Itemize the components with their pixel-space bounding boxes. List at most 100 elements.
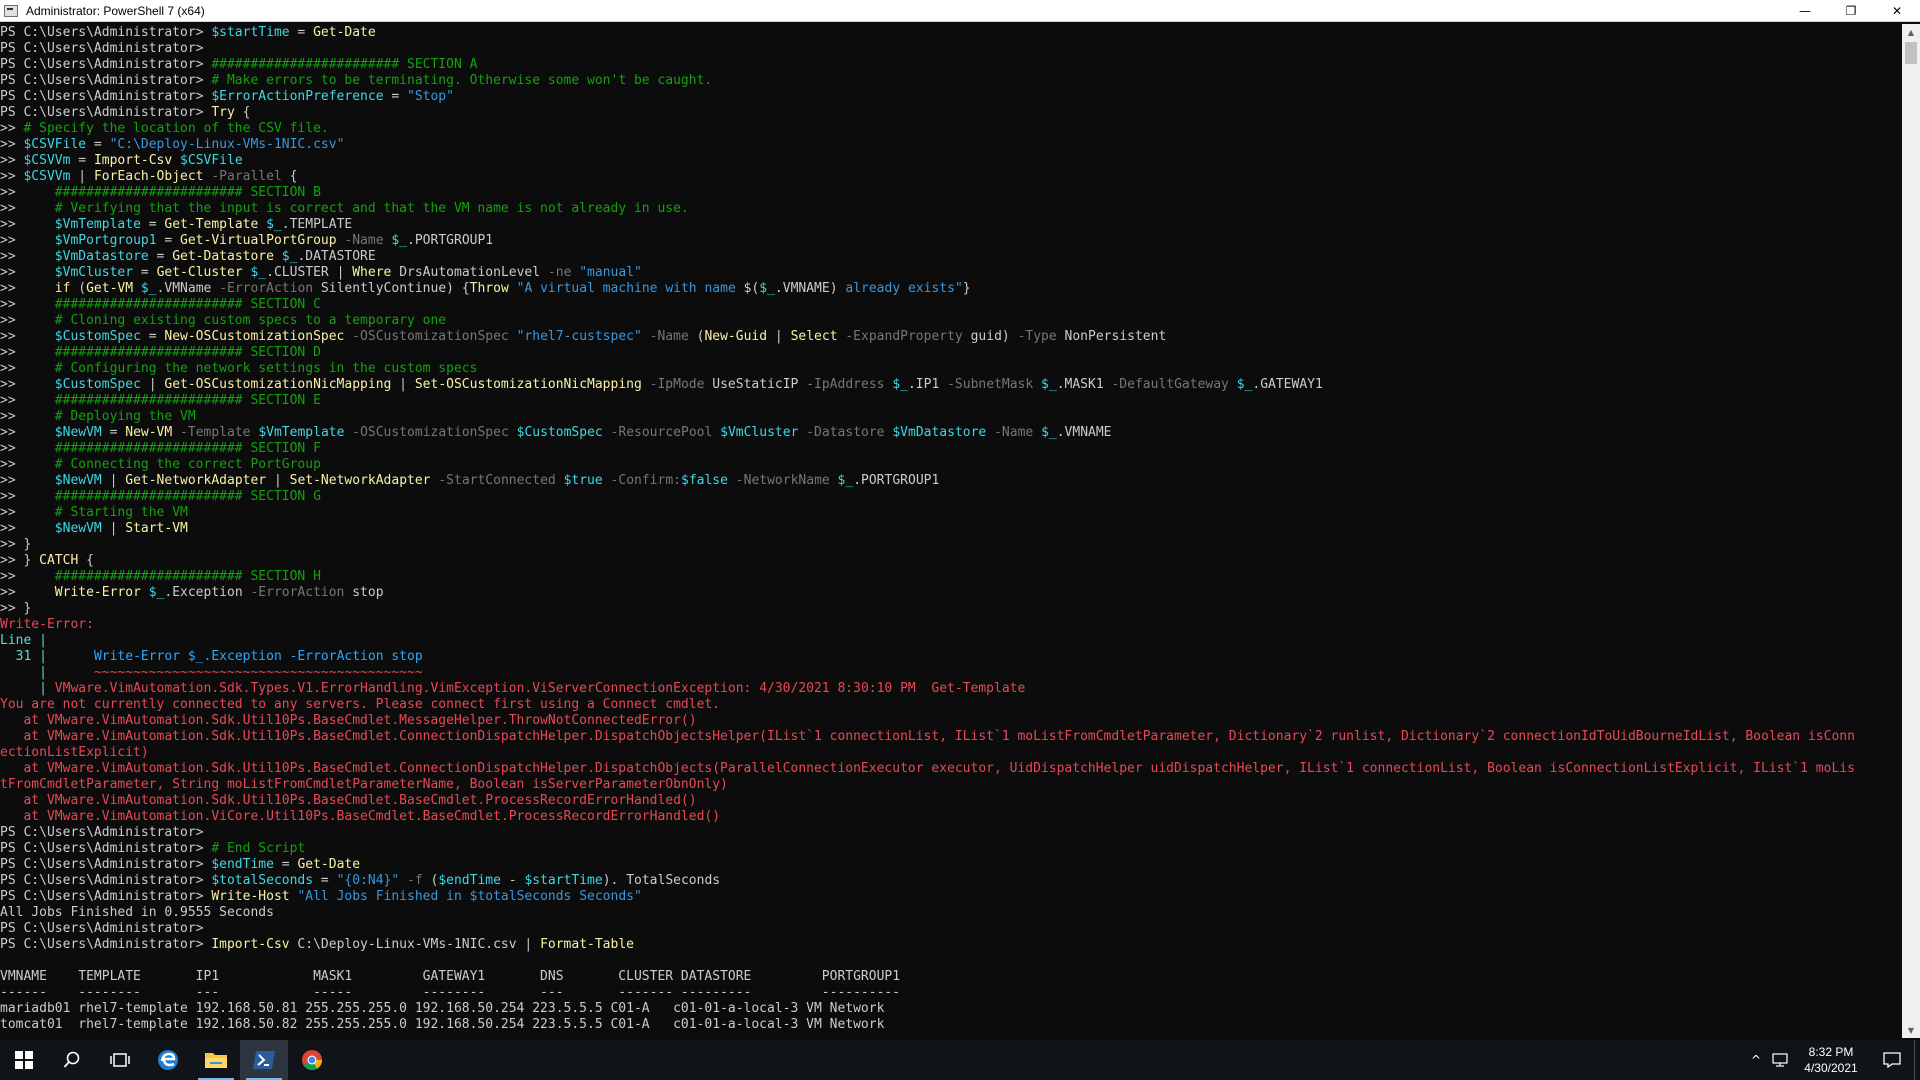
action-center-button[interactable]	[1870, 1040, 1914, 1080]
console-text: ectionListExplicit)	[0, 745, 149, 760]
console-text: $CustomSpec	[516, 425, 603, 440]
console-text: Try	[211, 105, 235, 120]
console-text: .VMName	[156, 281, 220, 296]
console-text: "All Jobs Finished in $totalSeconds Seco…	[297, 889, 642, 904]
console-text: VMware.VimAutomation.Sdk.Types.V1.ErrorH…	[54, 681, 1026, 696]
console-text: >>	[0, 201, 55, 216]
console-line: >> } CATCH {	[0, 553, 1902, 569]
console-text: Set-NetworkAdapter	[289, 473, 431, 488]
console-text: $_	[892, 377, 908, 392]
console-text: $NewVM	[54, 473, 102, 488]
task-view-button[interactable]	[96, 1040, 144, 1080]
console-text: >>	[0, 217, 55, 232]
console-text: Start-VM	[125, 521, 188, 536]
console-text: ######################## SECTION E	[54, 393, 321, 408]
console-line: ectionListExplicit)	[0, 745, 1902, 761]
console-text: at VMware.VimAutomation.Sdk.Util10Ps.Bas…	[0, 729, 1855, 744]
console-text: PS C:\Users\Administrator>	[0, 105, 212, 120]
console-text: Get-NetworkAdapter	[125, 473, 267, 488]
close-button[interactable]: ✕	[1874, 0, 1920, 22]
console-text: $VmTemplate	[258, 425, 345, 440]
show-desktop-button[interactable]	[1914, 1040, 1920, 1080]
console-text: >>	[0, 505, 55, 520]
vertical-scrollbar[interactable]: ▲ ▼	[1902, 24, 1920, 1038]
console-line: >> $CSVVm | ForEach-Object -Parallel {	[0, 169, 1902, 185]
console-line: PS C:\Users\Administrator> Import-Csv C:…	[0, 937, 1902, 953]
file-explorer-button[interactable]	[192, 1040, 240, 1080]
console-text: Get-Cluster	[156, 265, 243, 280]
console-line: >> # Verifying that the input is correct…	[0, 201, 1902, 217]
console-line: >> # Connecting the correct PortGroup	[0, 457, 1902, 473]
console-text: # Verifying that the input is correct an…	[54, 201, 689, 216]
console-text: $_	[250, 265, 267, 280]
console-text: >>	[0, 473, 55, 488]
powershell-taskbar-button[interactable]	[240, 1040, 288, 1080]
console-text: -ErrorAction	[250, 585, 345, 600]
search-button[interactable]	[48, 1040, 96, 1080]
console-text: if	[54, 281, 71, 296]
console-text: ~~~~~~~~~~~~~~~~~~~~~~~~~~~~~~~~~~~~~~~~…	[93, 665, 423, 680]
console-line: >> $VmDatastore = Get-Datastore $_.DATAS…	[0, 249, 1902, 265]
taskbar: ^ 8:32 PM 4/30/2021	[0, 1040, 1920, 1080]
console-text: at VMware.VimAutomation.ViCore.Util10Ps.…	[0, 809, 721, 824]
tray-chevron-icon[interactable]: ^	[1744, 1040, 1768, 1080]
console-line: >> Write-Error $_.Exception -ErrorAction…	[0, 585, 1902, 601]
console-line: >> $VmPortgroup1 = Get-VirtualPortGroup …	[0, 233, 1902, 249]
console-text: PS C:\Users\Administrator>	[0, 41, 204, 56]
console-text: >>	[0, 153, 24, 168]
console-text: $NewVM	[54, 425, 102, 440]
powershell-app-icon	[4, 4, 18, 17]
minimize-button[interactable]: —	[1782, 0, 1828, 22]
console-text: # Configuring the network settings in th…	[54, 361, 478, 376]
console-line: PS C:\Users\Administrator>	[0, 921, 1902, 937]
console-text: -NetworkName	[735, 473, 830, 488]
console-text: # Make errors to be terminating. Otherwi…	[211, 73, 713, 88]
network-icon[interactable]	[1768, 1040, 1792, 1080]
console-text: -f	[407, 873, 423, 888]
console-text: >> }	[0, 553, 40, 568]
console-text: Write-Error $_.Exception -ErrorAction st…	[93, 649, 423, 664]
chrome-browser-button[interactable]	[288, 1040, 336, 1080]
console-text: -Datastore	[806, 425, 885, 440]
console-text: $totalSeconds	[211, 873, 314, 888]
console-text: .PORTGROUP1	[853, 473, 940, 488]
scroll-thumb[interactable]	[1905, 42, 1917, 64]
console-text: tFromCmdletParameter, String moListFromC…	[0, 777, 728, 792]
console-text: .GATEWAY1	[1252, 377, 1323, 392]
console-text: ). TotalSeconds	[602, 873, 721, 888]
console-line: >> # Starting the VM	[0, 505, 1902, 521]
console-text: $false	[681, 473, 728, 488]
console-text: All Jobs Finished in 0.9555 Seconds	[0, 905, 274, 920]
console-text: ######################## SECTION H	[54, 569, 321, 584]
console-text: $true	[563, 473, 603, 488]
clock[interactable]: 8:32 PM 4/30/2021	[1792, 1044, 1870, 1076]
console-text: Write-Error	[54, 585, 141, 600]
console-text: -Confirm:	[610, 473, 681, 488]
console-text: -OSCustomizationSpec	[352, 425, 509, 440]
edge-browser-button[interactable]	[144, 1040, 192, 1080]
maximize-button[interactable]: ❐	[1828, 0, 1874, 22]
console-text: -Name	[649, 329, 689, 344]
console-text: .IP1	[907, 377, 948, 392]
console-text: $VmPortgroup1	[54, 233, 157, 248]
console-text: =	[156, 233, 181, 248]
console-text: $VmTemplate	[54, 217, 141, 232]
console-text: $startTime	[211, 25, 290, 40]
console-text: $(	[743, 281, 760, 296]
console-text: PS C:\Users\Administrator>	[0, 73, 212, 88]
console-text: # Specify the location of the CSV file.	[23, 121, 329, 136]
console-output[interactable]: PS C:\Users\Administrator> $startTime = …	[0, 24, 1902, 1039]
console-text: C:\Deploy-Linux-VMs-1NIC.csv |	[289, 937, 541, 952]
console-text: You are not currently connected to any s…	[0, 697, 721, 712]
console-line: >> }	[0, 537, 1902, 553]
console-text: $endTime	[438, 873, 501, 888]
scroll-up-arrow-icon[interactable]: ▲	[1902, 24, 1920, 40]
console-text: $VmCluster	[54, 265, 134, 280]
start-button[interactable]	[0, 1040, 48, 1080]
console-text: .PORTGROUP1	[407, 233, 494, 248]
console-line: PS C:\Users\Administrator> $totalSeconds…	[0, 873, 1902, 889]
console-text: >>	[0, 361, 55, 376]
scroll-down-arrow-icon[interactable]: ▼	[1902, 1022, 1920, 1038]
